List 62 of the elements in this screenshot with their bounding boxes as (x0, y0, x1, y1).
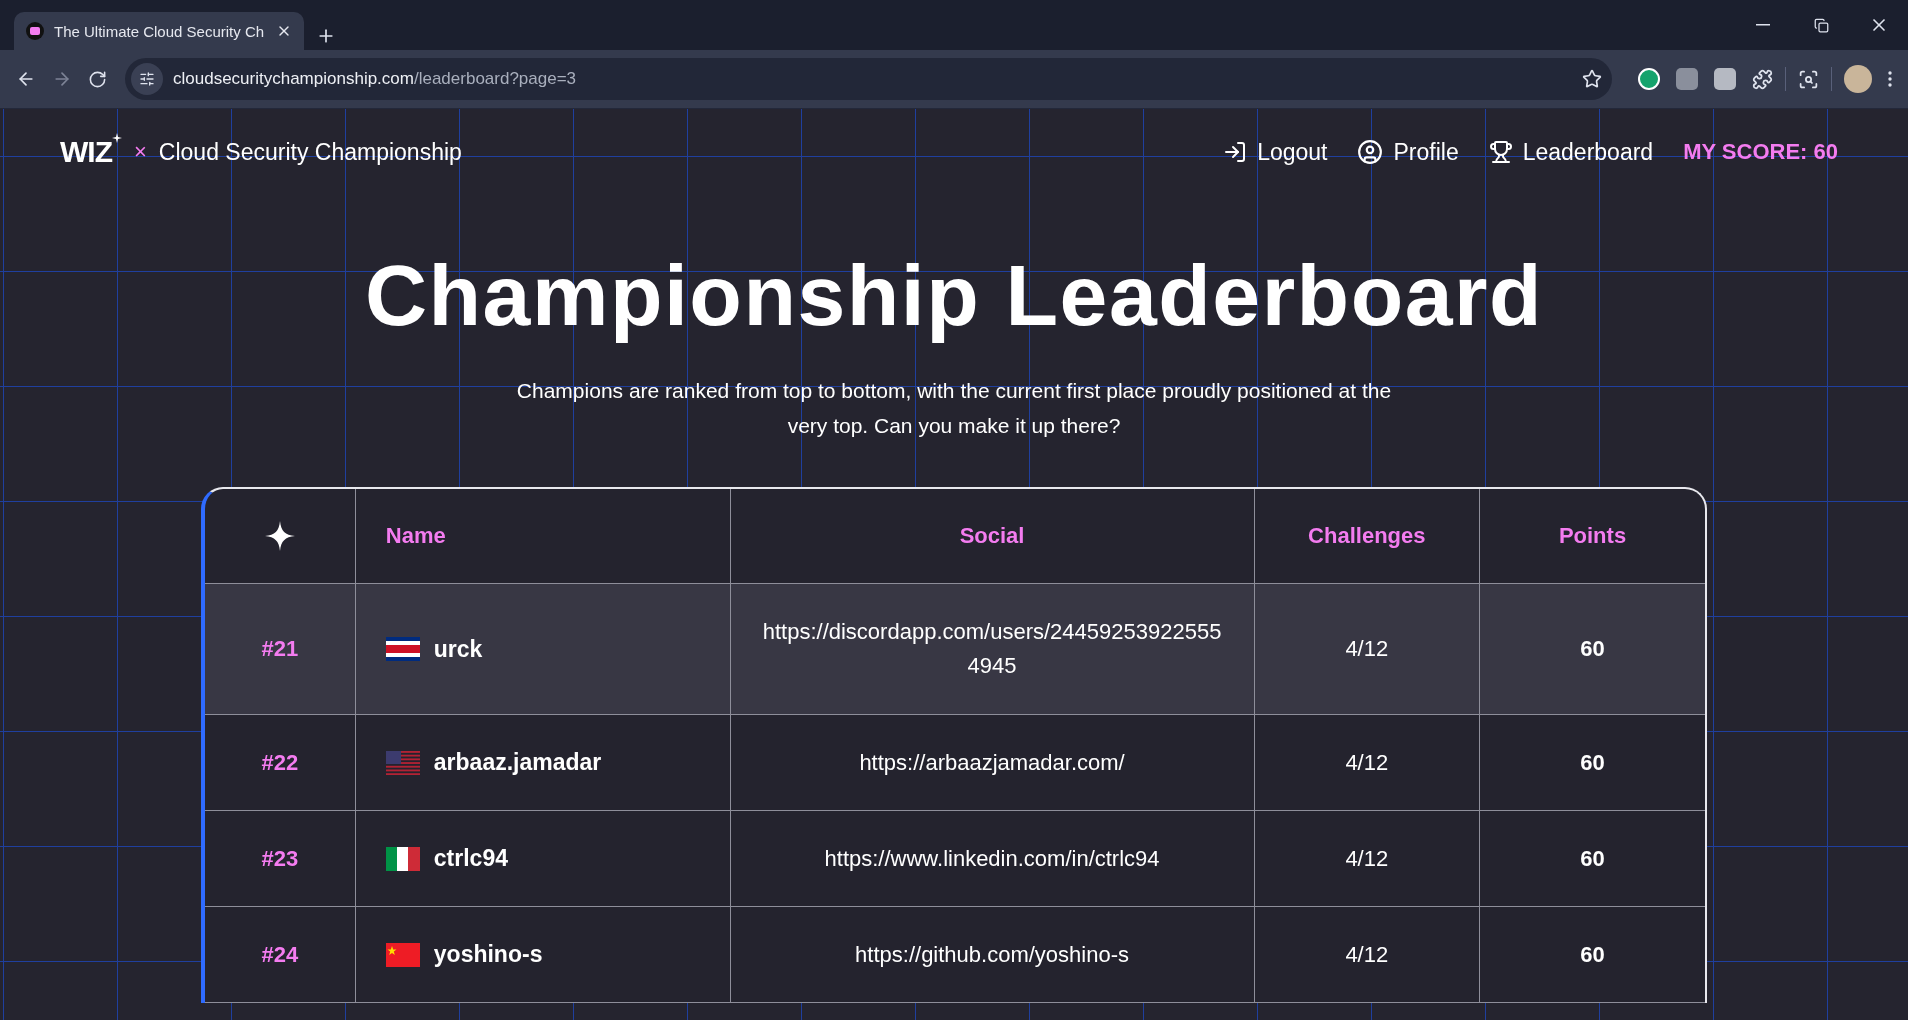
extension-icon (1676, 68, 1698, 90)
star-icon (1582, 69, 1602, 89)
social-link[interactable]: https://www.linkedin.com/in/ctrlc94 (824, 841, 1160, 876)
puzzle-icon (1752, 68, 1773, 90)
social-link[interactable]: https://arbaazjamadar.com/ (859, 745, 1125, 780)
favicon-icon (26, 22, 44, 40)
social-link[interactable]: https://discordapp.com/users/244592539225554945 (762, 615, 1223, 683)
rank: #23 (261, 845, 299, 871)
player-name: yoshino-s (433, 941, 543, 968)
challenges-count: 4/12 (1345, 941, 1389, 967)
table-row[interactable]: #21 urck https://discordapp.com/users/244592539225554945 4/12 60 (205, 583, 1705, 715)
rank: #21 (261, 636, 299, 661)
sparkle-icon (264, 521, 295, 551)
minimize-icon (1756, 24, 1770, 26)
restore-icon (1813, 17, 1829, 33)
column-header: Points (1479, 489, 1705, 584)
social-link[interactable]: https://github.com/yoshino-s (855, 937, 1129, 972)
logo[interactable]: WIZ (60, 135, 122, 169)
column-header: Name (355, 489, 731, 584)
logout-icon (1223, 140, 1248, 164)
challenges-count: 4/12 (1345, 845, 1389, 871)
menu-icon (1888, 71, 1892, 87)
challenges-count: 4/12 (1345, 749, 1389, 775)
flag-icon (385, 750, 420, 775)
column-header: Challenges (1254, 489, 1480, 584)
search-icon (1798, 68, 1819, 90)
flag-icon (385, 942, 420, 967)
avatar-icon (1844, 65, 1872, 93)
site-title: Cloud Security Championship (158, 138, 462, 166)
nav-link[interactable]: Logout (1223, 138, 1328, 166)
separator: × (134, 139, 147, 165)
sparkle-icon (112, 133, 122, 143)
user-icon (1357, 139, 1384, 165)
page-subtitle: Champions are ranked from top to bottom, with the current first place proudly positioned at the very top. Can you make it up there? (515, 378, 1393, 439)
nav-link[interactable]: Leaderboard (1488, 138, 1654, 166)
column-header: Social (730, 489, 1255, 584)
page-title: Championship Leaderboard (365, 246, 1543, 345)
points: 60 (1580, 636, 1605, 661)
sliders-icon (139, 71, 155, 87)
site-settings-button[interactable] (131, 63, 163, 95)
points: 60 (1580, 749, 1605, 775)
player-name: arbaaz.jamadar (433, 749, 602, 776)
trophy-icon (1488, 140, 1513, 164)
table-row[interactable]: #23 ctrlc94 https://www.linkedin.com/in/ctrlc94 4/12 60 (205, 810, 1705, 907)
rank: #22 (261, 749, 299, 775)
extension-icon (1638, 68, 1660, 90)
nav-link[interactable]: Profile (1357, 138, 1459, 166)
flag-icon (385, 846, 420, 871)
address-bar[interactable]: cloudsecuritychampionship.com/leaderboard?page=3 (125, 58, 1612, 100)
points: 60 (1580, 941, 1605, 967)
player-name: urck (433, 635, 483, 663)
player-name: ctrlc94 (433, 845, 508, 872)
flag-icon (385, 637, 420, 661)
table-row[interactable]: #22 arbaaz.jamadar https://arbaazjamadar.com/ 4/12 60 (205, 714, 1705, 811)
rank: #24 (261, 941, 299, 967)
points: 60 (1580, 845, 1605, 871)
challenges-count: 4/12 (1345, 636, 1389, 661)
score-label: MY SCORE: 60 (1683, 139, 1838, 165)
extension-icon (1714, 68, 1736, 90)
table-row[interactable]: #24 yoshino-s https://github.com/yoshino-s 4/12 60 (205, 906, 1705, 1003)
browser-tab[interactable]: The Ultimate Cloud Security Ch (14, 12, 304, 50)
reload-icon (88, 69, 107, 89)
